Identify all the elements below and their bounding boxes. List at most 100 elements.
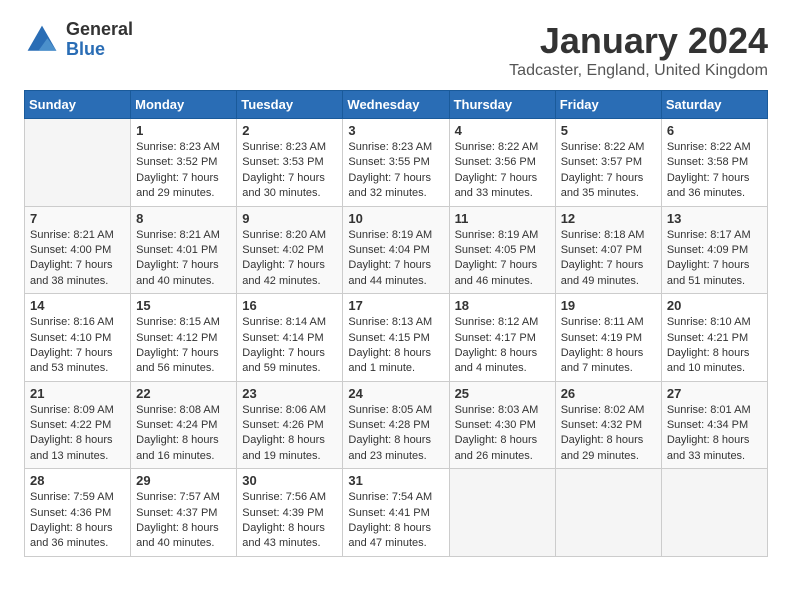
cell-info-line: Sunrise: 8:21 AM (30, 228, 125, 243)
cell-info-line: and 19 minutes. (242, 449, 337, 464)
day-number: 9 (242, 211, 337, 226)
calendar-cell: 16Sunrise: 8:14 AMSunset: 4:14 PMDayligh… (237, 294, 343, 382)
day-number: 16 (242, 298, 337, 313)
calendar-cell: 6Sunrise: 8:22 AMSunset: 3:58 PMDaylight… (661, 119, 767, 207)
day-number: 15 (136, 298, 231, 313)
cell-info-line: and 36 minutes. (30, 536, 125, 551)
cell-info-line: Daylight: 8 hours (348, 433, 443, 448)
cell-info-line: and 23 minutes. (348, 449, 443, 464)
cell-info-line: and 7 minutes. (561, 361, 656, 376)
day-number: 23 (242, 386, 337, 401)
cell-info-line: and 29 minutes. (136, 186, 231, 201)
logo-icon (24, 22, 60, 58)
cell-info-line: Sunrise: 8:11 AM (561, 315, 656, 330)
header-day-sunday: Sunday (25, 91, 131, 119)
logo-text: General Blue (66, 20, 133, 60)
cell-info-line: Daylight: 7 hours (561, 171, 656, 186)
cell-info-line: and 29 minutes. (561, 449, 656, 464)
day-number: 17 (348, 298, 443, 313)
header-day-thursday: Thursday (449, 91, 555, 119)
calendar-cell (661, 469, 767, 557)
day-number: 30 (242, 473, 337, 488)
cell-info-line: and 1 minute. (348, 361, 443, 376)
cell-info-line: Sunset: 4:37 PM (136, 506, 231, 521)
cell-info-line: Daylight: 7 hours (455, 258, 550, 273)
cell-info-line: Sunset: 3:52 PM (136, 155, 231, 170)
calendar-cell: 18Sunrise: 8:12 AMSunset: 4:17 PMDayligh… (449, 294, 555, 382)
cell-info-line: and 59 minutes. (242, 361, 337, 376)
cell-info-line: Daylight: 8 hours (348, 521, 443, 536)
week-row-2: 7Sunrise: 8:21 AMSunset: 4:00 PMDaylight… (25, 206, 768, 294)
cell-info-line: Sunrise: 8:05 AM (348, 403, 443, 418)
cell-info-line: Sunset: 4:19 PM (561, 331, 656, 346)
calendar-cell: 28Sunrise: 7:59 AMSunset: 4:36 PMDayligh… (25, 469, 131, 557)
cell-info-line: Daylight: 7 hours (136, 346, 231, 361)
calendar-cell (25, 119, 131, 207)
cell-info-line: and 42 minutes. (242, 274, 337, 289)
cell-info-line: Daylight: 7 hours (30, 346, 125, 361)
cell-info-line: Sunrise: 7:54 AM (348, 490, 443, 505)
cell-info-line: Sunrise: 8:13 AM (348, 315, 443, 330)
cell-info-line: Sunset: 4:10 PM (30, 331, 125, 346)
header-day-wednesday: Wednesday (343, 91, 449, 119)
cell-info-line: Sunset: 4:09 PM (667, 243, 762, 258)
cell-info-line: and 16 minutes. (136, 449, 231, 464)
calendar-cell (449, 469, 555, 557)
calendar-cell: 29Sunrise: 7:57 AMSunset: 4:37 PMDayligh… (131, 469, 237, 557)
logo: General Blue (24, 20, 133, 60)
calendar-cell: 17Sunrise: 8:13 AMSunset: 4:15 PMDayligh… (343, 294, 449, 382)
cell-info-line: and 38 minutes. (30, 274, 125, 289)
cell-info-line: and 40 minutes. (136, 536, 231, 551)
day-number: 7 (30, 211, 125, 226)
cell-info-line: Sunrise: 8:14 AM (242, 315, 337, 330)
cell-info-line: Sunrise: 8:18 AM (561, 228, 656, 243)
cell-info-line: and 51 minutes. (667, 274, 762, 289)
cell-info-line: Daylight: 7 hours (348, 258, 443, 273)
cell-info-line: Sunrise: 8:10 AM (667, 315, 762, 330)
cell-info-line: Sunset: 4:41 PM (348, 506, 443, 521)
cell-info-line: Daylight: 7 hours (136, 171, 231, 186)
calendar-cell: 21Sunrise: 8:09 AMSunset: 4:22 PMDayligh… (25, 381, 131, 469)
cell-info-line: Sunrise: 8:23 AM (136, 140, 231, 155)
cell-info-line: Sunset: 4:17 PM (455, 331, 550, 346)
day-number: 20 (667, 298, 762, 313)
cell-info-line: and 10 minutes. (667, 361, 762, 376)
cell-info-line: and 35 minutes. (561, 186, 656, 201)
calendar-cell: 25Sunrise: 8:03 AMSunset: 4:30 PMDayligh… (449, 381, 555, 469)
cell-info-line: Daylight: 7 hours (561, 258, 656, 273)
cell-info-line: Sunrise: 8:22 AM (455, 140, 550, 155)
logo-general-text: General (66, 20, 133, 40)
cell-info-line: Sunrise: 7:57 AM (136, 490, 231, 505)
cell-info-line: and 44 minutes. (348, 274, 443, 289)
cell-info-line: Sunrise: 8:21 AM (136, 228, 231, 243)
cell-info-line: Daylight: 8 hours (30, 521, 125, 536)
page-header: General Blue January 2024 Tadcaster, Eng… (24, 20, 768, 80)
cell-info-line: and 43 minutes. (242, 536, 337, 551)
day-number: 2 (242, 123, 337, 138)
cell-info-line: Sunrise: 8:23 AM (242, 140, 337, 155)
calendar-cell: 23Sunrise: 8:06 AMSunset: 4:26 PMDayligh… (237, 381, 343, 469)
calendar-cell: 22Sunrise: 8:08 AMSunset: 4:24 PMDayligh… (131, 381, 237, 469)
cell-info-line: Sunset: 4:36 PM (30, 506, 125, 521)
calendar-cell: 13Sunrise: 8:17 AMSunset: 4:09 PMDayligh… (661, 206, 767, 294)
cell-info-line: and 56 minutes. (136, 361, 231, 376)
header-day-saturday: Saturday (661, 91, 767, 119)
cell-info-line: Sunrise: 8:16 AM (30, 315, 125, 330)
calendar-cell: 31 Sunrise: 7:54 AMSunset: 4:41 PMDayligh… (343, 469, 449, 557)
header-day-tuesday: Tuesday (237, 91, 343, 119)
day-number: 4 (455, 123, 550, 138)
cell-info-line: Sunset: 4:24 PM (136, 418, 231, 433)
cell-info-line: Daylight: 8 hours (667, 433, 762, 448)
day-number: 5 (561, 123, 656, 138)
cell-info-line: Sunrise: 8:08 AM (136, 403, 231, 418)
cell-info-line: Sunset: 4:02 PM (242, 243, 337, 258)
calendar-cell: 20Sunrise: 8:10 AMSunset: 4:21 PMDayligh… (661, 294, 767, 382)
cell-info-line: Sunset: 4:21 PM (667, 331, 762, 346)
cell-info-line: Daylight: 8 hours (455, 433, 550, 448)
cell-info-line: Sunset: 4:14 PM (242, 331, 337, 346)
day-number: 22 (136, 386, 231, 401)
calendar-cell: 30Sunrise: 7:56 AMSunset: 4:39 PMDayligh… (237, 469, 343, 557)
cell-info-line: Daylight: 8 hours (561, 433, 656, 448)
cell-info-line: Sunset: 4:22 PM (30, 418, 125, 433)
day-number: 31 (348, 473, 443, 488)
